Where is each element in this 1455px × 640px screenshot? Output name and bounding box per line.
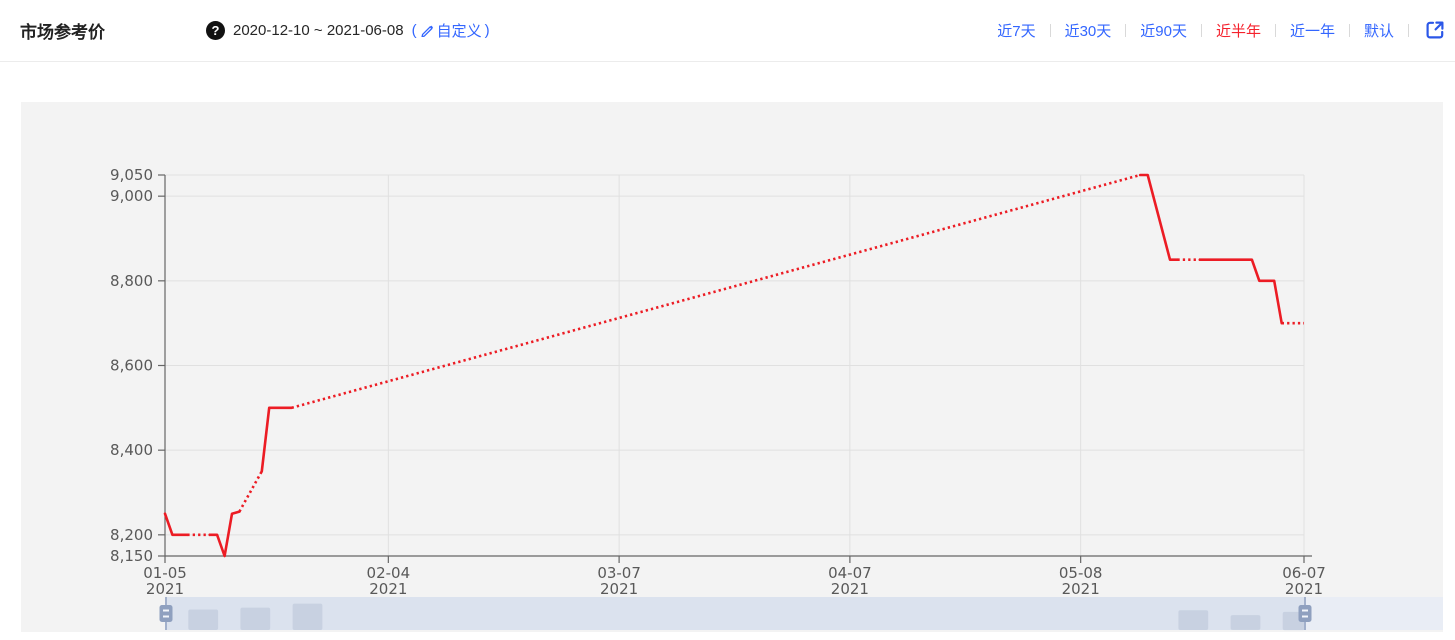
svg-text:8,400: 8,400 xyxy=(110,441,153,459)
zoom-preview-block xyxy=(1178,610,1208,630)
svg-text:9,000: 9,000 xyxy=(110,187,153,205)
price-series-segment xyxy=(1200,260,1282,324)
svg-text:9,050: 9,050 xyxy=(110,166,153,184)
svg-text:8,800: 8,800 xyxy=(110,272,153,290)
svg-text:2021: 2021 xyxy=(146,580,184,598)
zoom-handle-right[interactable] xyxy=(1299,605,1312,622)
price-chart: 8,1508,2008,4008,6008,8009,0009,05001-05… xyxy=(0,0,1455,640)
svg-text:8,150: 8,150 xyxy=(110,547,153,565)
zoom-slider-track[interactable] xyxy=(1305,597,1443,630)
svg-text:8,200: 8,200 xyxy=(110,526,153,544)
zoom-slider-selected[interactable] xyxy=(166,597,1305,630)
price-series-segment xyxy=(292,175,1141,408)
price-series-segment xyxy=(1140,175,1177,260)
svg-text:8,600: 8,600 xyxy=(110,357,153,375)
svg-text:2021: 2021 xyxy=(369,580,407,598)
price-series-segment xyxy=(165,514,187,535)
price-series-segment xyxy=(239,471,261,511)
svg-text:2021: 2021 xyxy=(1285,580,1323,598)
zoom-preview-block xyxy=(293,604,323,630)
svg-text:2021: 2021 xyxy=(831,580,869,598)
price-series-segment xyxy=(262,408,292,472)
zoom-handle-left[interactable] xyxy=(160,605,173,622)
market-price-widget: 市场参考价 ? 2020-12-10 ~ 2021-06-08 ( 自定义 ) … xyxy=(0,0,1455,640)
svg-text:2021: 2021 xyxy=(1062,580,1100,598)
price-series-segment xyxy=(210,512,240,556)
zoom-preview-block xyxy=(240,608,270,630)
zoom-preview-block xyxy=(188,610,218,631)
svg-text:2021: 2021 xyxy=(600,580,638,598)
zoom-preview-block xyxy=(1231,615,1261,630)
